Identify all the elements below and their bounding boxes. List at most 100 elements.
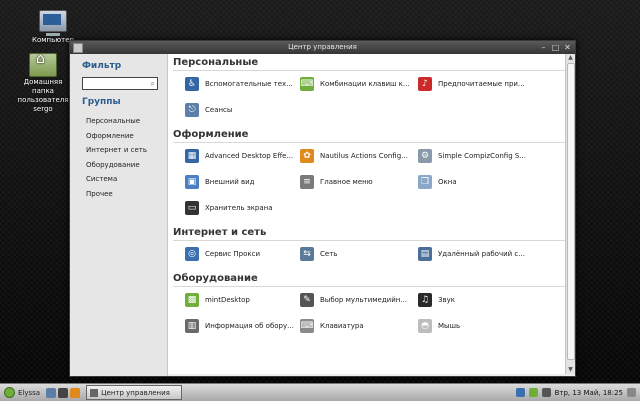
settings-item[interactable]: ▤ Удалённый рабочий с... (418, 243, 525, 265)
window-title: Центр управления (288, 43, 357, 51)
scroll-thumb[interactable] (567, 63, 575, 360)
sessions-icon: ⎋ (185, 103, 199, 117)
settings-item-label: Комбинации клавиш к... (320, 80, 410, 88)
windows-icon: ❐ (418, 175, 432, 189)
settings-content: Персональные ♿ Вспомогательные тех... ⌨ Комб… (168, 54, 566, 374)
settings-item-label: Клавиатура (320, 322, 364, 330)
mintdesktop-icon: ▩ (185, 293, 199, 307)
filter-box[interactable]: ⌕ (82, 77, 158, 90)
group-item-personal[interactable]: Персональные (86, 114, 147, 129)
desktop-icon-label: Домашняя папка пользователя sergo (17, 78, 69, 113)
settings-item-label: Сеансы (205, 106, 233, 114)
group-item-appearance[interactable]: Оформление (86, 129, 147, 144)
compizconfig-icon: ⚙ (418, 149, 432, 163)
terminal-icon[interactable] (58, 387, 69, 398)
section-divider (173, 240, 565, 241)
settings-item[interactable]: ≡ Главное меню (300, 171, 373, 193)
groups-list: Персональные Оформление Интернет и сеть … (86, 114, 147, 201)
settings-item[interactable]: ♪ Предпочитаемые при... (418, 73, 525, 95)
network-icon: ⇆ (300, 247, 314, 261)
network-tray-icon[interactable] (515, 388, 525, 397)
group-item-system[interactable]: Система (86, 172, 147, 187)
settings-item-label: Окна (438, 178, 457, 186)
remote-desktop-icon: ▤ (418, 247, 432, 261)
desktop-effects-icon: ▦ (185, 149, 199, 163)
settings-item-label: Advanced Desktop Effe... (205, 152, 294, 160)
group-item-hardware[interactable]: Оборудование (86, 158, 147, 173)
settings-item[interactable]: ▦ Advanced Desktop Effe... (185, 145, 293, 167)
window-titlebar[interactable]: Центр управления – □ ✕ (70, 41, 575, 54)
settings-item[interactable]: ◎ Сервис Прокси (185, 243, 260, 265)
filter-input[interactable] (83, 78, 147, 88)
nautilus-actions-icon: ✿ (300, 149, 314, 163)
settings-item-label: Информация об обору... (205, 322, 294, 330)
settings-item-label: Удалённый рабочий с... (438, 250, 525, 258)
taskbar: Elyssa Центр управления Втр, 13 Май, 18:… (0, 383, 640, 401)
settings-item-label: Nautilus Actions Config... (320, 152, 408, 160)
settings-item[interactable]: ▩ mintDesktop (185, 289, 250, 311)
computer-icon (39, 10, 67, 32)
quick-launch (46, 387, 81, 398)
screensaver-icon: ▭ (185, 201, 199, 215)
show-desktop-tray-icon[interactable] (627, 388, 636, 397)
section-title: Интернет и сеть (173, 227, 267, 238)
settings-item[interactable]: ◓ Мышь (418, 315, 460, 337)
settings-item-label: Звук (438, 296, 455, 304)
scrollbar[interactable]: ▲ ▼ (565, 54, 575, 374)
settings-item-label: Выбор мультимедийн... (320, 296, 408, 304)
settings-item-label: Внешний вид (205, 178, 255, 186)
section-title: Персональные (173, 57, 259, 68)
proxy-icon: ◎ (185, 247, 199, 261)
appearance-icon: ▣ (185, 175, 199, 189)
settings-item-label: Сервис Прокси (205, 250, 261, 258)
desktop-icon-home[interactable]: Домашняя папка пользователя sergo (12, 53, 74, 114)
section-divider (173, 142, 565, 143)
clear-filter-icon[interactable]: ⌕ (151, 78, 155, 89)
settings-item[interactable]: ⎋ Сеансы (185, 99, 232, 121)
taskbar-window-button[interactable]: Центр управления (86, 385, 183, 400)
preferred-apps-icon: ♪ (418, 77, 432, 91)
settings-item[interactable]: ✎ Выбор мультимедийн... (300, 289, 407, 311)
clock[interactable]: Втр, 13 Май, 18:25 (555, 389, 623, 397)
groups-heading: Группы (82, 97, 121, 107)
update-tray-icon[interactable] (528, 388, 538, 397)
settings-item-label: Simple CompizConfig S... (438, 152, 526, 160)
settings-item[interactable]: ⌨ Комбинации клавиш к... (300, 73, 410, 95)
settings-item[interactable]: ⇆ Сеть (300, 243, 337, 265)
main-menu-icon: ≡ (300, 175, 314, 189)
settings-item-label: Главное меню (320, 178, 373, 186)
start-menu-button[interactable]: Elyssa (0, 385, 44, 400)
maximize-icon[interactable]: □ (551, 43, 560, 52)
keyboard-icon: ⌨ (300, 319, 314, 333)
browser-icon[interactable] (70, 387, 81, 398)
settings-item[interactable]: ⌨ Клавиатура (300, 315, 364, 337)
section-divider (173, 70, 565, 71)
hardware-info-icon: ▥ (185, 319, 199, 333)
group-item-other[interactable]: Прочее (86, 187, 147, 202)
home-folder-icon (29, 53, 57, 77)
control-center-window: Центр управления – □ ✕ Фильтр ⌕ Группы П… (69, 40, 576, 377)
settings-item[interactable]: ♫ Звук (418, 289, 455, 311)
settings-item-label: Сеть (320, 250, 338, 258)
multimedia-icon: ✎ (300, 293, 314, 307)
section-title: Оборудование (173, 273, 258, 284)
settings-item[interactable]: ♿ Вспомогательные тех... (185, 73, 293, 95)
accessibility-icon: ♿ (185, 77, 199, 91)
settings-item[interactable]: ▭ Хранитель экрана (185, 197, 273, 219)
close-icon[interactable]: ✕ (563, 43, 572, 52)
scroll-down-icon[interactable]: ▼ (566, 366, 575, 374)
show-desktop-icon[interactable] (46, 387, 57, 398)
taskbar-window-label: Центр управления (101, 388, 170, 397)
system-tray: Втр, 13 Май, 18:25 (515, 388, 640, 397)
settings-item[interactable]: ▥ Информация об обору... (185, 315, 294, 337)
keyboard-shortcuts-icon: ⌨ (300, 77, 314, 91)
volume-tray-icon[interactable] (541, 388, 551, 397)
group-item-internet[interactable]: Интернет и сеть (86, 143, 147, 158)
settings-item[interactable]: ⚙ Simple CompizConfig S... (418, 145, 526, 167)
settings-item[interactable]: ✿ Nautilus Actions Config... (300, 145, 408, 167)
settings-item[interactable]: ❐ Окна (418, 171, 457, 193)
settings-item-label: Вспомогательные тех... (205, 80, 293, 88)
minimize-icon[interactable]: – (539, 43, 548, 52)
settings-item[interactable]: ▣ Внешний вид (185, 171, 255, 193)
scroll-up-icon[interactable]: ▲ (566, 54, 575, 62)
